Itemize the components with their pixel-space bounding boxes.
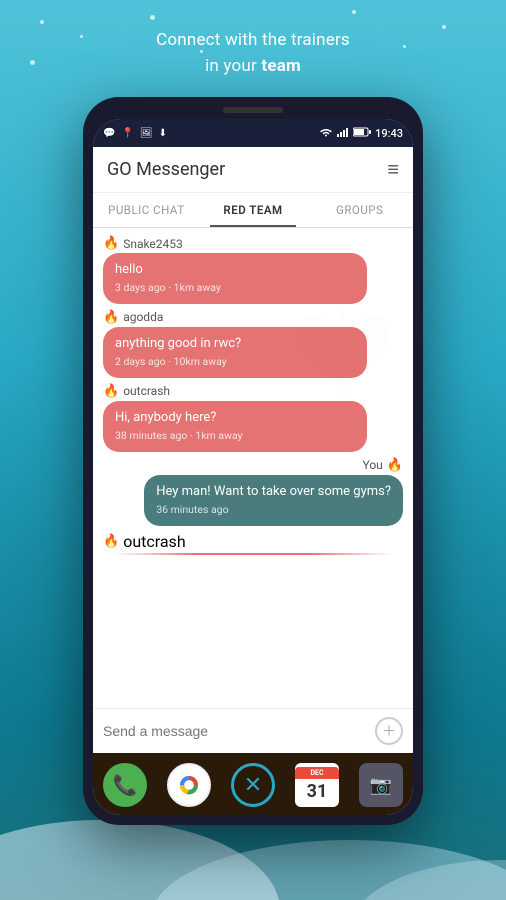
tab-public-chat[interactable]: PUBLIC CHAT <box>93 193 200 227</box>
tab-groups[interactable]: GROUPS <box>306 193 413 227</box>
bubble-meta-2: 38 minutes ago · 1km away <box>115 429 355 444</box>
sender-label-2: 🔥 outcrash <box>103 384 403 399</box>
fire-icon-1: 🔥 <box>103 310 119 325</box>
bubble-0: hello 3 days ago · 1km away <box>103 253 367 304</box>
close-icon: ✕ <box>244 773 262 798</box>
tab-red-team[interactable]: RED TEAM <box>200 193 307 227</box>
sender-label-1: 🔥 agodda <box>103 310 403 325</box>
signal-icon <box>337 127 349 140</box>
message-block-2: 🔥 outcrash Hi, anybody here? 38 minutes … <box>103 384 403 452</box>
chrome-icon <box>176 772 202 798</box>
time-display: 19:43 <box>375 127 403 140</box>
calendar-month: DEC <box>295 767 339 779</box>
snow-particle <box>40 20 44 24</box>
bubble-meta-3: 36 minutes ago <box>156 503 391 518</box>
location-attach-button[interactable]: ＋ <box>375 717 403 745</box>
status-right: 19:43 <box>319 127 403 140</box>
snow-particle <box>352 10 356 14</box>
snow-particle <box>30 60 35 65</box>
status-bar: 💬 📍 🖼 ⬇ 19:43 <box>93 119 413 147</box>
fire-icon-you: 🔥 <box>387 458 403 473</box>
bubble-meta-1: 2 days ago · 10km away <box>115 355 355 370</box>
you-label: You 🔥 <box>103 458 403 473</box>
bubble-1: anything good in rwc? 2 days ago · 10km … <box>103 327 367 378</box>
calendar-day: 31 <box>307 779 328 804</box>
bubble-text-0: hello <box>115 261 355 279</box>
bubble-text-3: Hey man! Want to take over some gyms? <box>156 483 391 501</box>
outcrash-last-label: outcrash <box>123 532 185 551</box>
image-icon: 🖼 <box>140 128 153 139</box>
hero-line2: in your team <box>20 54 486 80</box>
camera-icon: 📷 <box>370 775 392 796</box>
status-left-icons: 💬 📍 🖼 ⬇ <box>103 128 167 139</box>
wifi-icon <box>319 127 333 140</box>
bubble-2: Hi, anybody here? 38 minutes ago · 1km a… <box>103 401 367 452</box>
message-block-1: 🔥 agodda anything good in rwc? 2 days ag… <box>103 310 403 378</box>
snow-particle <box>150 15 155 20</box>
phone-device: 💬 📍 🖼 ⬇ 19:43 GO Messenger ≡ <box>83 97 423 825</box>
fire-icon-2: 🔥 <box>103 384 119 399</box>
bubble-text-2: Hi, anybody here? <box>115 409 355 427</box>
snow-particle <box>200 50 203 53</box>
snow-particle <box>403 45 406 48</box>
phone-screen: 💬 📍 🖼 ⬇ 19:43 GO Messenger ≡ <box>93 119 413 815</box>
hero-header: Connect with the trainers in your team <box>0 0 506 97</box>
hero-line1: Connect with the trainers <box>20 28 486 54</box>
tabs-bar: PUBLIC CHAT RED TEAM GROUPS <box>93 193 413 228</box>
message-block-0: 🔥 Snake2453 hello 3 days ago · 1km away <box>103 236 403 304</box>
bubble-right-wrap: Hey man! Want to take over some gyms? 36… <box>103 475 403 526</box>
bottom-nav: 📞 ✕ <box>93 753 413 815</box>
hero-line2-prefix: in your <box>205 56 261 76</box>
phone-icon: 📞 <box>113 773 138 797</box>
phone-speaker <box>223 107 283 113</box>
download-icon: ⬇ <box>159 128 167 139</box>
divider-red <box>113 553 393 555</box>
nav-chrome-button[interactable] <box>167 763 211 807</box>
bubble-text-1: anything good in rwc? <box>115 335 355 353</box>
menu-button[interactable]: ≡ <box>387 157 399 182</box>
hero-line2-bold: team <box>261 56 301 76</box>
nav-close-button[interactable]: ✕ <box>231 763 275 807</box>
nav-phone-button[interactable]: 📞 <box>103 763 147 807</box>
message-block-3: You 🔥 Hey man! Want to take over some gy… <box>103 458 403 526</box>
snow-particle <box>80 35 83 38</box>
messenger-icon: 💬 <box>103 128 115 139</box>
message-input[interactable] <box>103 723 367 739</box>
message-input-bar: ＋ <box>93 708 413 753</box>
fire-icon-last: 🔥 <box>103 534 119 549</box>
app-header: GO Messenger ≡ <box>93 147 413 193</box>
sender-label-0: 🔥 Snake2453 <box>103 236 403 251</box>
location-icon: 📍 <box>121 128 133 139</box>
fire-icon: 🔥 <box>103 236 119 251</box>
outcrash-row: 🔥 outcrash <box>103 532 403 551</box>
battery-icon <box>353 127 371 140</box>
chat-area: 🔥 Snake2453 hello 3 days ago · 1km away … <box>93 228 413 708</box>
app-title: GO Messenger <box>107 159 225 180</box>
bubble-3: Hey man! Want to take over some gyms? 36… <box>144 475 403 526</box>
nav-calendar-button[interactable]: DEC 31 <box>295 763 339 807</box>
nav-camera-button[interactable]: 📷 <box>359 763 403 807</box>
snow-particle <box>442 25 446 29</box>
bubble-meta-0: 3 days ago · 1km away <box>115 281 355 296</box>
